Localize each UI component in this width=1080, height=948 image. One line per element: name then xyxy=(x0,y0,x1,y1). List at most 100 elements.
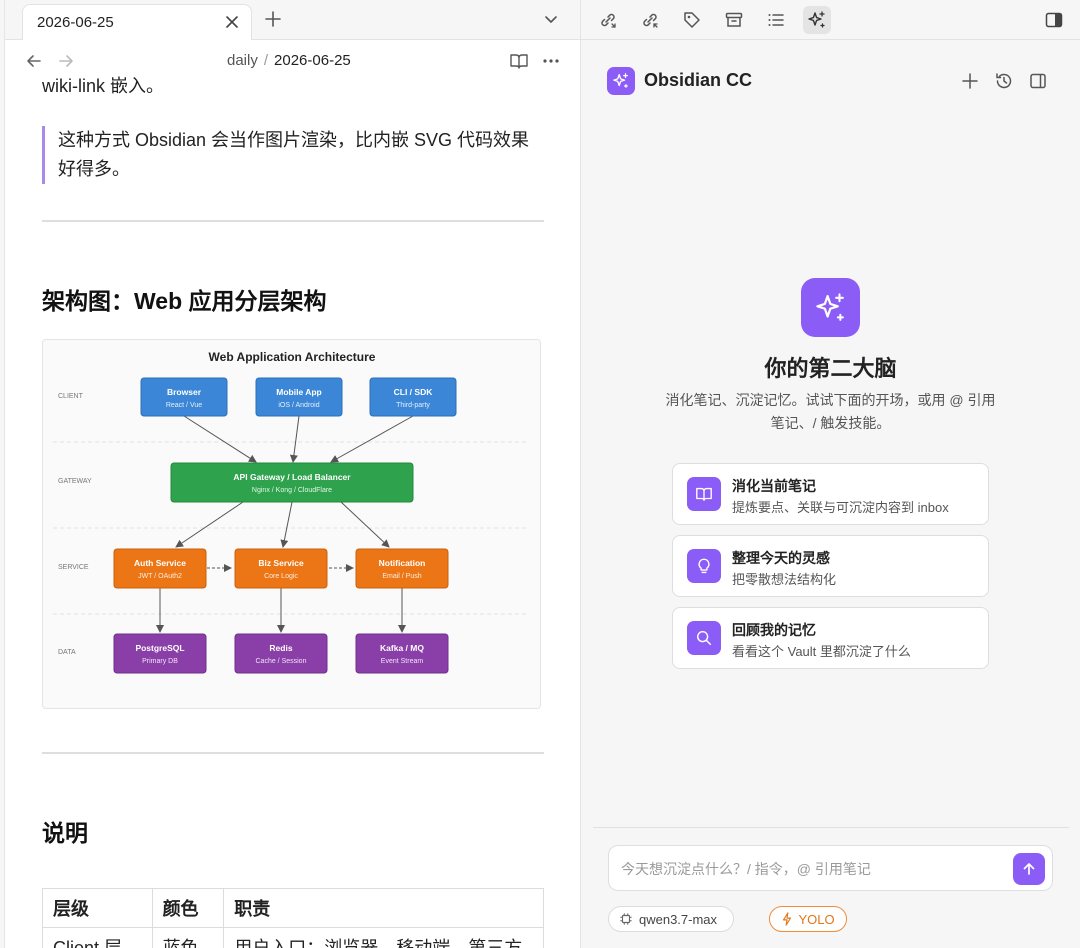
assistant-title: Obsidian CC xyxy=(644,70,753,90)
node-subtitle: Nginx / Kong / CloudFlare xyxy=(252,487,332,494)
table-header: 职责 xyxy=(223,888,544,928)
tag-icon xyxy=(684,12,700,28)
node-postgresql: PostgreSQL Primary DB xyxy=(113,633,207,674)
node-subtitle: Event Stream xyxy=(381,658,424,665)
breadcrumb-folder[interactable]: daily xyxy=(227,52,258,69)
node-title: Mobile App xyxy=(276,387,321,397)
action-subtitle: 看看这个 Vault 里都沉淀了什么 xyxy=(732,644,911,659)
backlinks-button[interactable] xyxy=(594,6,622,34)
chevron-down-icon[interactable] xyxy=(542,10,560,28)
arrow-right-icon[interactable] xyxy=(57,52,75,70)
node-subtitle: JWT / OAuth2 xyxy=(138,573,182,580)
editor-pane: 2026-06-25 daily / 2026-06-25 wiki-link 嵌入… xyxy=(0,0,581,948)
close-icon[interactable] xyxy=(223,13,241,31)
archive-button[interactable] xyxy=(720,6,748,34)
node-notification: Notification Email / Push xyxy=(355,548,449,589)
yolo-mode-toggle[interactable]: YOLO xyxy=(769,906,847,932)
breadcrumb-separator: / xyxy=(263,52,269,69)
action-subtitle: 把零散想法结构化 xyxy=(732,572,837,587)
table-cell: Client 层 xyxy=(42,927,153,948)
arrow-up-icon xyxy=(1023,863,1035,875)
model-name: qwen3.7-max xyxy=(639,911,718,927)
chat-composer xyxy=(608,845,1053,891)
node-subtitle: React / Vue xyxy=(166,402,202,409)
node-title: CLI / SDK xyxy=(394,387,434,397)
hero-title: 你的第二大脑 xyxy=(764,356,897,381)
node-subtitle: Core Logic xyxy=(264,573,298,580)
node-api-gateway: API Gateway / Load Balancer Nginx / Kong… xyxy=(170,462,414,503)
new-tab-icon[interactable] xyxy=(263,9,283,29)
reading-view-icon[interactable] xyxy=(509,51,529,71)
toggle-right-sidebar-button[interactable] xyxy=(1040,6,1068,34)
horizontal-rule xyxy=(42,752,544,754)
node-subtitle: Third-party xyxy=(396,402,430,409)
node-title: Notification xyxy=(379,558,426,568)
tab-note[interactable]: 2026-06-25 xyxy=(22,4,252,40)
history-icon[interactable] xyxy=(994,71,1014,91)
node-kafka: Kafka / MQ Event Stream xyxy=(355,633,449,674)
action-icon-badge xyxy=(687,477,721,511)
lightning-icon xyxy=(783,912,792,926)
send-button[interactable] xyxy=(1013,853,1045,885)
left-ribbon-edge xyxy=(0,0,5,948)
action-icon-badge xyxy=(687,621,721,655)
book-icon xyxy=(696,487,712,501)
node-redis: Redis Cache / Session xyxy=(234,633,328,674)
action-digest-note[interactable]: 消化当前笔记 提炼要点、关联与可沉淀内容到 inbox xyxy=(672,463,989,525)
arrow-browser-gateway xyxy=(183,415,257,463)
tags-button[interactable] xyxy=(678,6,706,34)
node-title: API Gateway / Load Balancer xyxy=(233,472,351,482)
chat-input[interactable] xyxy=(621,858,1001,880)
arrow-gateway-notification xyxy=(340,501,390,548)
sidebar-toggle-icon xyxy=(1045,12,1063,28)
new-chat-icon[interactable] xyxy=(960,71,980,91)
outgoing-links-button[interactable] xyxy=(636,6,664,34)
heading-description: 说明 xyxy=(42,820,88,846)
node-title: PostgreSQL xyxy=(135,643,184,653)
outline-icon xyxy=(768,14,784,26)
action-title: 回顾我的记忆 xyxy=(732,622,816,638)
backlinks-icon xyxy=(601,13,616,28)
sparkles-icon xyxy=(808,11,825,28)
node-title: Auth Service xyxy=(134,558,186,568)
layer-label-client: CLIENT xyxy=(58,393,84,400)
tab-title: 2026-06-25 xyxy=(37,14,114,31)
sidebar-toolbar xyxy=(581,0,1080,40)
node-browser: Browser React / Vue xyxy=(140,377,228,417)
node-title: Redis xyxy=(269,643,292,653)
node-subtitle: Cache / Session xyxy=(256,658,307,665)
action-title: 消化当前笔记 xyxy=(732,478,816,494)
layer-table: 层级 颜色 职责 Client 层 蓝色 用户入口：浏览器、移动端、第三方 xyxy=(42,888,544,948)
action-review-memory[interactable]: 回顾我的记忆 看看这个 Vault 里都沉淀了什么 xyxy=(672,607,989,669)
model-selector[interactable]: qwen3.7-max xyxy=(608,906,734,932)
arrow-gateway-auth xyxy=(175,501,244,548)
layer-label-gateway: GATEWAY xyxy=(58,478,92,485)
outgoing-links-icon xyxy=(643,13,658,28)
outline-button[interactable] xyxy=(762,6,790,34)
node-subtitle: iOS / Android xyxy=(278,402,319,409)
action-subtitle: 提炼要点、关联与可沉淀内容到 inbox xyxy=(732,500,949,515)
node-subtitle: Email / Push xyxy=(382,573,421,580)
layer-label-data: DATA xyxy=(58,649,76,656)
action-title: 整理今天的灵感 xyxy=(732,550,830,566)
blockquote: 这种方式 Obsidian 会当作图片渲染，比内嵌 SVG 代码效果好得多。 xyxy=(42,126,544,184)
action-organize-ideas[interactable]: 整理今天的灵感 把零散想法结构化 xyxy=(672,535,989,597)
node-mobile-app: Mobile App iOS / Android xyxy=(255,377,343,417)
panel-layout-icon[interactable] xyxy=(1028,71,1048,91)
node-title: Biz Service xyxy=(258,558,304,568)
table-cell: 用户入口：浏览器、移动端、第三方 xyxy=(223,927,544,948)
table-header: 层级 xyxy=(42,888,153,928)
heading-architecture: 架构图：Web 应用分层架构 xyxy=(42,288,327,314)
node-title: Browser xyxy=(167,387,202,397)
hero-sparkles-badge xyxy=(801,278,860,337)
more-options-icon[interactable] xyxy=(541,51,561,71)
breadcrumb-current[interactable]: 2026-06-25 xyxy=(274,52,351,69)
horizontal-rule xyxy=(42,220,544,222)
node-cli-sdk: CLI / SDK Third-party xyxy=(369,377,457,417)
architecture-diagram-image: Web Application Architecture CLIENT GATE… xyxy=(42,339,541,709)
assistant-button[interactable] xyxy=(803,6,831,34)
archive-icon xyxy=(725,12,743,27)
sparkles-icon xyxy=(815,292,844,321)
breadcrumb: daily / 2026-06-25 xyxy=(227,52,351,69)
arrow-left-icon[interactable] xyxy=(25,52,43,70)
